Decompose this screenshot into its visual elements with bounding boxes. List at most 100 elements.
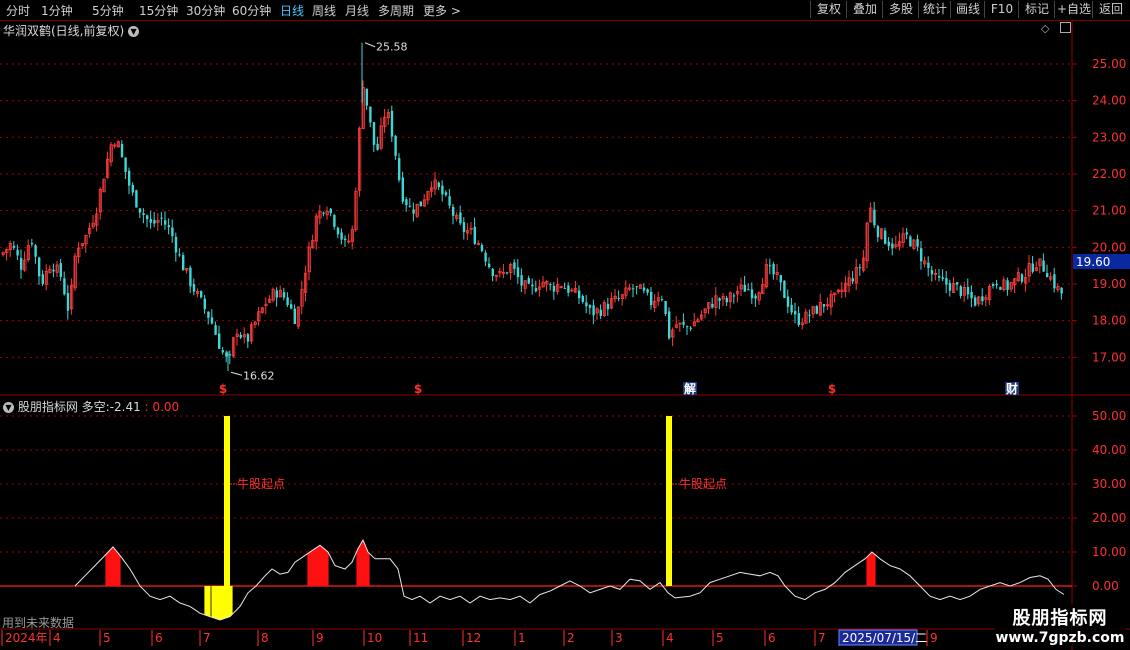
candle-body <box>491 268 494 277</box>
candle-body <box>59 263 62 277</box>
date-label: 9 <box>930 631 938 645</box>
signal-label: 牛股起点 <box>679 476 727 491</box>
candle-body <box>873 209 876 226</box>
candle-body <box>531 284 534 287</box>
watermark: 股朋指标网 www.7gpzb.com <box>995 604 1125 646</box>
candle-body <box>516 267 520 278</box>
candle-body <box>970 291 973 299</box>
candle-body <box>135 190 138 208</box>
candle-body <box>419 201 422 207</box>
candle-body <box>552 285 556 292</box>
candle-body <box>520 275 523 286</box>
candle-body <box>441 185 444 195</box>
candle-body <box>783 280 786 298</box>
candle-body <box>394 135 397 156</box>
candle-body <box>974 297 977 306</box>
candle-body <box>200 291 203 298</box>
candle-body <box>1031 263 1034 272</box>
candle-body <box>239 334 242 338</box>
candle-body <box>506 272 509 274</box>
candle-body <box>146 215 149 220</box>
date-label: 2 <box>567 631 575 645</box>
candle-body <box>887 241 890 246</box>
candle-body <box>167 225 170 228</box>
candle-body <box>790 304 793 313</box>
indicator-tick-label: 50.00 <box>1092 409 1126 423</box>
signal-label: 牛股起点 <box>237 476 285 491</box>
candle-body <box>981 296 984 302</box>
candle-body <box>488 263 491 267</box>
candle-body <box>365 88 368 106</box>
candle-body <box>534 287 538 292</box>
candle-body <box>120 143 124 158</box>
date-label: 3 <box>615 631 623 645</box>
candle-body <box>484 252 487 262</box>
current-price-label: 19.60 <box>1076 255 1110 269</box>
event-marker: $ <box>414 382 422 396</box>
candle-body <box>174 236 178 253</box>
indicator-tick-label: 20.00 <box>1092 511 1126 525</box>
candle-body <box>747 289 750 291</box>
signal-bar <box>224 416 230 586</box>
candle-body <box>412 209 415 214</box>
candle-body <box>909 236 912 247</box>
candle-body <box>210 317 214 324</box>
event-marker: 解 <box>684 381 696 396</box>
candle-body <box>617 298 620 300</box>
candle-body <box>333 215 336 227</box>
indicator-tick-label: 30.00 <box>1092 477 1126 491</box>
candle-body <box>725 297 728 303</box>
price-tick-label: 17.00 <box>1092 350 1126 364</box>
candle-body <box>876 226 880 238</box>
watermark-title: 股朋指标网 <box>1012 608 1108 629</box>
candle-body <box>779 275 782 283</box>
candle-body <box>768 265 772 267</box>
candle-body <box>959 286 962 296</box>
candle-body <box>398 158 401 181</box>
indicator-tick-label: 10.00 <box>1092 545 1126 559</box>
candle-body <box>642 287 646 291</box>
candle-body <box>711 303 714 308</box>
candle-body <box>390 110 394 137</box>
candle-body <box>437 182 440 188</box>
candle-body <box>16 249 19 256</box>
chart-canvas[interactable]: 25.5816.62 25.0024.0023.0022.0021.0020.0… <box>0 0 1130 650</box>
signal-bar <box>666 416 672 586</box>
candle-body <box>171 227 174 237</box>
candle-body <box>650 291 653 306</box>
price-tick-label: 24.00 <box>1092 94 1126 108</box>
candle-body <box>1053 274 1056 289</box>
candle-body <box>668 311 671 339</box>
candle-body <box>405 199 408 206</box>
candle-body <box>12 245 16 248</box>
candle-body <box>808 314 811 316</box>
date-label: 4 <box>666 631 674 645</box>
candle-body <box>754 295 757 299</box>
candle-body <box>138 208 142 213</box>
candle-body <box>142 213 145 215</box>
candle-body <box>207 311 210 318</box>
candle-body <box>1042 260 1045 272</box>
price-tick-label: 23.00 <box>1092 130 1126 144</box>
candle-body <box>52 269 55 272</box>
date-label: 7 <box>818 631 826 645</box>
candle-body <box>286 297 289 306</box>
candle-body <box>1060 287 1063 294</box>
date-label: 6 <box>155 631 163 645</box>
candle-body <box>513 262 516 269</box>
price-tick-label: 19.00 <box>1092 277 1126 291</box>
candle-body <box>322 212 325 214</box>
candle-body <box>945 278 948 285</box>
candle-body <box>293 308 296 325</box>
candle-body <box>344 238 347 241</box>
date-label: 2024年 <box>5 631 48 645</box>
candle-body <box>448 196 451 206</box>
candle-body <box>218 333 221 349</box>
price-tick-label: 18.00 <box>1092 314 1126 328</box>
candle-body <box>718 298 721 301</box>
date-axis: 2024年 4 5 6 7 8 9 10 11 12 1 2 3 4 5 6 7 2025/07/15/二 9 <box>1 629 938 646</box>
candle-body <box>131 184 134 193</box>
candle-body <box>794 311 797 315</box>
candle-body <box>822 304 826 307</box>
date-label: 4 <box>53 631 61 645</box>
